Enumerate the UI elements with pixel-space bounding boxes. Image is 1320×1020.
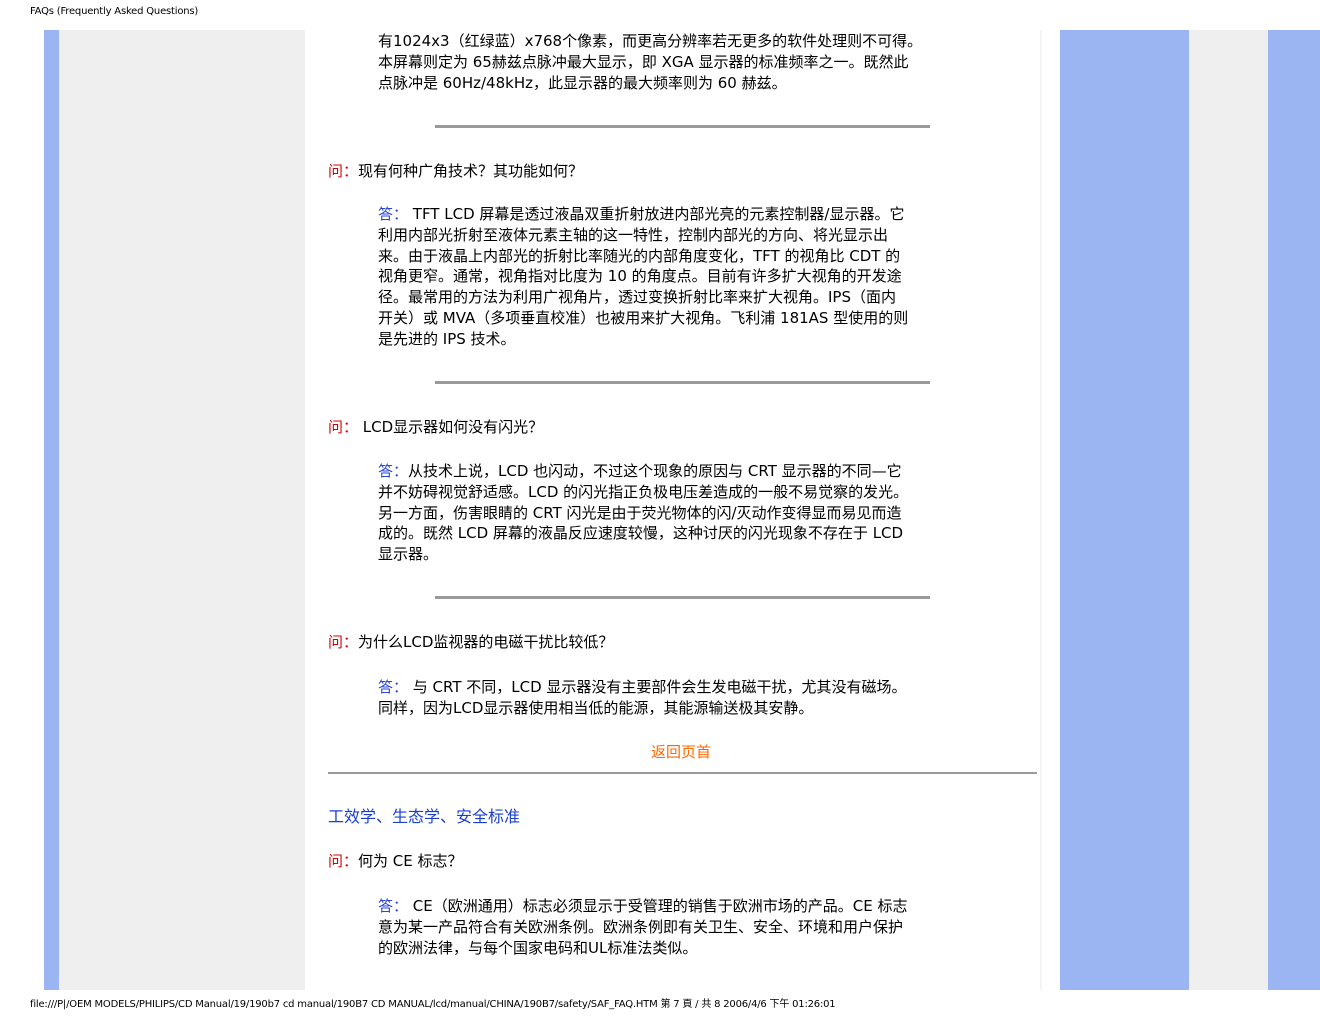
section-divider: [328, 772, 1037, 774]
answer-line: 的欧洲法律，与每个国家电码和UL标准法类似。: [378, 938, 698, 957]
answer-line: 径。最常用的方法为利用广视角片，透过变换折射比率来扩大视角。IPS（面内: [378, 288, 896, 307]
content-edge: [1040, 30, 1042, 990]
answer-line: 答： TFT LCD 屏幕是透过液晶双重折射放进内部光亮的元素控制器/显示器。它: [378, 204, 988, 225]
answer-line: 开关）或 MVA（多项垂直校准）也被用来扩大视角。飞利浦 181AS 型使用的则: [378, 308, 909, 327]
answer-text: CE（欧洲通用）标志必须显示于受管理的销售于欧洲市场的产品。CE 标志: [408, 897, 908, 915]
answer-line: 同样，因为LCD显示器使用相当低的能源，其能源输送极其安静。: [378, 698, 814, 717]
answer-line: 并不妨碍视觉舒适感。LCD 的闪光指正负极电压差造成的一般不易觉察的发光。: [378, 482, 909, 501]
question-label: 问：: [328, 162, 359, 180]
intro-paragraph: 有1024x3（红绿蓝）x768个像素，而更高分辨率若无更多的软件处理则不可得。…: [378, 31, 988, 93]
faq-answer: 答： TFT LCD 屏幕是透过液晶双重折射放进内部光亮的元素控制器/显示器。它…: [378, 204, 988, 350]
left-gray-column: [59, 30, 305, 990]
intro-line: 点脉冲是 60Hz/48kHz，此显示器的最大频率则为 60 赫兹。: [378, 73, 787, 92]
right-gray-column: [1189, 30, 1268, 990]
answer-label: 答：: [378, 678, 409, 696]
answer-label: 答：: [378, 462, 409, 480]
answer-line: 成的。既然 LCD 屏幕的液晶反应速度较慢，这种讨厌的闪光现象不存在于 LCD: [378, 524, 904, 543]
intro-line: 有1024x3（红绿蓝）x768个像素，而更高分辨率若无更多的软件处理则不可得。: [378, 32, 923, 50]
divider: [435, 596, 930, 599]
answer-label: 答：: [378, 897, 409, 915]
print-footer: file:///P|/OEM MODELS/PHILIPS/CD Manual/…: [30, 999, 836, 1010]
question-text: 现有何种广角技术？其功能如何？: [358, 162, 584, 180]
answer-line: 答： 与 CRT 不同，LCD 显示器没有主要部件会生发电磁干扰，尤其没有磁场。: [378, 677, 988, 698]
answer-line: 意为某一产品符合有关欧洲条例。欧洲条例即有关卫生、安全、环境和用户保护: [378, 917, 904, 936]
question-label: 问：: [328, 633, 359, 651]
question-text: 为什么LCD监视器的电磁干扰比较低？: [358, 633, 614, 651]
left-blue-column: [44, 30, 59, 990]
answer-line: 答：从技术上说，LCD 也闪动，不过这个现象的原因与 CRT 显示器的不同—它: [378, 461, 988, 482]
question-label: 问：: [328, 418, 359, 436]
question-text: 何为 CE 标志？: [358, 852, 463, 870]
answer-line: 来。由于液晶上内部光的折射比率随光的内部角度变化，TFT 的视角比 CDT 的: [378, 246, 901, 265]
print-header: FAQs (Frequently Asked Questions): [30, 6, 199, 17]
section-title[interactable]: 工效学、生态学、安全标准: [328, 807, 520, 828]
answer-text: 从技术上说，LCD 也闪动，不过这个现象的原因与 CRT 显示器的不同—它: [408, 462, 902, 480]
divider: [435, 125, 930, 128]
faq-question: 问：何为 CE 标志？: [328, 851, 463, 872]
answer-line: 视角更窄。通常，视角指对比度为 10 的角度点。目前有许多扩大视角的开发途: [378, 267, 902, 286]
answer-line: 显示器。: [378, 545, 439, 564]
faq-question: 问： LCD显示器如何没有闪光？: [328, 417, 543, 438]
answer-text: TFT LCD 屏幕是透过液晶双重折射放进内部光亮的元素控制器/显示器。它: [408, 205, 905, 223]
intro-line: 本屏幕则定为 65赫兹点脉冲最大显示，即 XGA 显示器的标准频率之一。既然此: [378, 52, 909, 71]
faq-question: 问：现有何种广角技术？其功能如何？: [328, 161, 583, 182]
question-label: 问：: [328, 852, 359, 870]
faq-question: 问：为什么LCD监视器的电磁干扰比较低？: [328, 632, 613, 653]
answer-text: 与 CRT 不同，LCD 显示器没有主要部件会生发电磁干扰，尤其没有磁场。: [408, 678, 907, 696]
answer-line: 另一方面，伤害眼睛的 CRT 闪光是由于荧光物体的闪/灭动作变得显而易见而造: [378, 503, 902, 522]
faq-answer: 答： 与 CRT 不同，LCD 显示器没有主要部件会生发电磁干扰，尤其没有磁场。…: [378, 677, 988, 719]
faq-answer: 答：从技术上说，LCD 也闪动，不过这个现象的原因与 CRT 显示器的不同—它 …: [378, 461, 988, 565]
divider: [435, 381, 930, 384]
right-blue-column: [1060, 30, 1189, 990]
answer-line: 答： CE（欧洲通用）标志必须显示于受管理的销售于欧洲市场的产品。CE 标志: [378, 896, 988, 917]
back-to-top-link[interactable]: 返回页首: [651, 742, 711, 763]
answer-label: 答：: [378, 205, 409, 223]
answer-line: 是先进的 IPS 技术。: [378, 329, 516, 348]
answer-line: 利用内部光折射至液体元素主轴的这一特性，控制内部光的方向、将光显示出: [378, 225, 889, 244]
question-text: LCD显示器如何没有闪光？: [358, 418, 544, 436]
faq-answer: 答： CE（欧洲通用）标志必须显示于受管理的销售于欧洲市场的产品。CE 标志 意…: [378, 896, 988, 958]
right-outer-blue-column: [1268, 30, 1320, 990]
